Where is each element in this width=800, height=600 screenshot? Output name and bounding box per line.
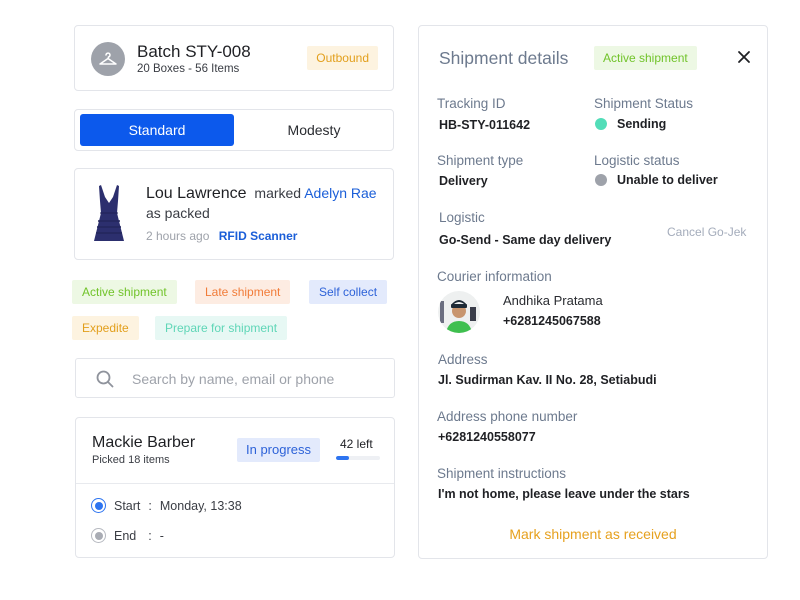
shipment-status-label: Shipment Status: [594, 96, 694, 111]
dress-image: [91, 183, 127, 245]
standard-tab[interactable]: Standard: [80, 114, 234, 146]
items-left: 42 left: [340, 437, 373, 451]
picker-subtitle: Picked 18 items: [92, 454, 170, 466]
courier-avatar: [438, 291, 480, 333]
end-value: -: [159, 528, 164, 543]
shipment-details-panel: Shipment details Active shipment Trackin…: [418, 25, 768, 559]
activity-card: Lou Lawrence marked Adelyn Rae as packed…: [74, 168, 394, 260]
shipment-type-value: Delivery: [439, 174, 488, 188]
shipment-type-label: Shipment type: [437, 153, 524, 168]
tag-late-shipment[interactable]: Late shipment: [195, 280, 291, 304]
tag-active-shipment[interactable]: Active shipment: [72, 280, 177, 304]
activity-time: 2 hours ago: [146, 229, 210, 243]
start-separator: :: [148, 498, 152, 513]
cancel-gojek-link[interactable]: Cancel Go-Jek: [667, 225, 746, 239]
start-label: Start: [114, 498, 141, 513]
search-input[interactable]: [132, 367, 382, 391]
batch-card: Batch STY-008 20 Boxes - 56 Items Outbou…: [74, 25, 394, 91]
end-separator: :: [148, 528, 152, 543]
target-link[interactable]: Adelyn Rae: [304, 185, 376, 201]
panel-title: Shipment details: [439, 48, 569, 68]
activity-meta: 2 hours ago RFID Scanner: [146, 229, 297, 243]
activity-result: as packed: [146, 205, 210, 221]
actor-name: Lou Lawrence: [146, 185, 247, 202]
progress-fill: [336, 456, 350, 460]
end-label: End: [114, 528, 137, 543]
start-radio[interactable]: [91, 498, 106, 513]
tracking-id-value: HB-STY-011642: [439, 118, 531, 132]
instructions-value: I'm not home, please leave under the sta…: [438, 487, 690, 501]
picker-name: Mackie Barber: [92, 434, 196, 451]
activity-headline: Lou Lawrence marked Adelyn Rae: [146, 185, 377, 203]
address-phone-value: +6281240558077: [438, 430, 536, 444]
start-row: Start : Monday, 13:38: [91, 498, 242, 513]
logistic-value: Go-Send - Same day delivery: [439, 233, 612, 247]
tag-prepare-for-shipment[interactable]: Prepare for shipment: [155, 316, 288, 340]
progress-bar: [336, 456, 380, 460]
start-value: Monday, 13:38: [159, 498, 242, 513]
instructions-label: Shipment instructions: [437, 466, 567, 481]
hanger-icon: [91, 42, 125, 76]
end-row: End : -: [91, 528, 164, 543]
modesty-tab[interactable]: Modesty: [237, 114, 391, 146]
courier-label: Courier information: [437, 269, 552, 284]
tracking-id-label: Tracking ID: [437, 96, 506, 111]
search-icon: [96, 370, 114, 388]
active-shipment-badge: Active shipment: [594, 46, 697, 70]
close-icon[interactable]: [735, 48, 753, 66]
outbound-badge: Outbound: [307, 46, 378, 70]
tag-expedite[interactable]: Expedite: [72, 316, 139, 340]
logistic-status-value: Unable to deliver: [617, 173, 718, 187]
shipment-status: Sending: [595, 117, 666, 131]
address-value: Jl. Sudirman Kav. II No. 28, Setiabudi: [438, 373, 657, 387]
search-box: [75, 358, 395, 398]
logistic-status: Unable to deliver: [595, 173, 718, 187]
courier-name: Andhika Pratama: [503, 293, 603, 308]
end-radio[interactable]: [91, 528, 106, 543]
address-phone-label: Address phone number: [437, 409, 578, 424]
segmented-control: Standard Modesty: [74, 109, 394, 151]
tag-self-collect[interactable]: Self collect: [309, 280, 388, 304]
in-progress-badge: In progress: [237, 438, 321, 462]
address-label: Address: [438, 352, 488, 367]
source-link[interactable]: RFID Scanner: [219, 229, 298, 243]
mark-received-button[interactable]: Mark shipment as received: [419, 526, 767, 542]
logistic-status-label: Logistic status: [594, 153, 680, 168]
status-dot-icon: [595, 118, 607, 130]
shipment-status-value: Sending: [617, 117, 667, 131]
picker-card: Mackie Barber Picked 18 items In progres…: [75, 417, 395, 558]
logistic-status-dot-icon: [595, 174, 607, 186]
courier-phone: +6281245067588: [503, 314, 601, 328]
activity-verb: marked: [254, 185, 302, 201]
batch-subtitle: 20 Boxes - 56 Items: [137, 63, 240, 75]
batch-title: Batch STY-008: [137, 42, 251, 61]
divider: [76, 483, 394, 484]
logistic-label: Logistic: [439, 210, 485, 225]
